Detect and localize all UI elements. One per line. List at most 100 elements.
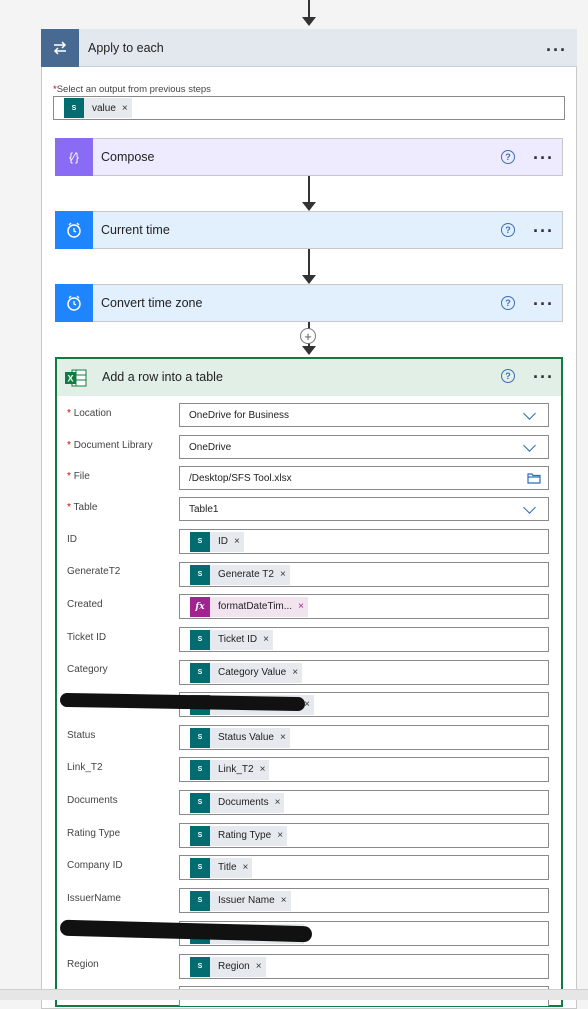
category-token-label: Category Value [218, 667, 287, 678]
compose-menu-icon[interactable]: ··· [533, 149, 554, 167]
folder-icon[interactable] [527, 472, 541, 484]
remove-token-icon[interactable]: × [234, 536, 240, 547]
select-output-input[interactable]: Svalue × [53, 96, 565, 120]
sharepoint-icon: S [190, 629, 210, 650]
generate-t2-token-label: Generate T2 [218, 569, 274, 580]
link-t2-token[interactable]: S Link_T2 × [190, 759, 270, 780]
status-token-label: Status Value [218, 732, 274, 743]
issuer-name-label: IssuerName [67, 893, 121, 904]
id-token[interactable]: S ID × [190, 531, 244, 552]
id-input[interactable]: S ID × [179, 529, 549, 554]
add-row-menu-icon[interactable]: ··· [533, 368, 554, 386]
sharepoint-icon: S [190, 857, 210, 878]
remove-token-icon[interactable]: × [243, 862, 249, 873]
created-input[interactable]: fx formatDateTim... × [179, 594, 549, 619]
add-row-title: Add a row into a table [102, 370, 223, 384]
sharepoint-icon: S [190, 825, 210, 846]
value-token[interactable]: Svalue × [64, 98, 132, 118]
company-id-label: Company ID [67, 860, 123, 871]
document-library-label: * Document Library [67, 440, 153, 451]
compose-action[interactable]: {⁄} Compose [55, 138, 563, 176]
generate-t2-token[interactable]: S Generate T2 × [190, 564, 290, 585]
remove-token-icon[interactable]: × [280, 732, 286, 743]
file-label: * File [67, 471, 90, 482]
issuer-name-input[interactable]: S Issuer Name × [179, 888, 549, 913]
file-input[interactable]: /Desktop/SFS Tool.xlsx [179, 466, 549, 490]
link-t2-token-label: Link_T2 [218, 764, 254, 775]
documents-token[interactable]: S Documents × [190, 792, 285, 813]
remove-token-icon[interactable]: × [122, 103, 128, 114]
excel-icon: X [57, 359, 94, 396]
rating-type-token-label: Rating Type [218, 830, 272, 841]
document-library-dropdown[interactable]: OneDrive [179, 435, 549, 459]
remove-token-icon[interactable]: × [280, 569, 286, 580]
category-input[interactable]: S Category Value × [179, 660, 549, 685]
convert-time-zone-help-icon[interactable]: ? [501, 296, 515, 310]
rating-type-input[interactable]: S Rating Type × [179, 823, 549, 848]
remove-token-icon[interactable]: × [298, 601, 304, 612]
issuer-name-token[interactable]: S Issuer Name × [190, 890, 291, 911]
sharepoint-icon: S [64, 98, 84, 118]
location-label: * Location [67, 408, 112, 419]
remove-token-icon[interactable]: × [260, 764, 266, 775]
compose-help-icon[interactable]: ? [501, 150, 515, 164]
sharepoint-icon: S [190, 727, 210, 748]
company-id-token[interactable]: S Title × [190, 857, 253, 878]
compose-icon: {⁄} [55, 138, 93, 176]
table-dropdown[interactable]: Table1 [179, 497, 549, 521]
convert-time-zone-action[interactable]: Convert time zone [55, 284, 563, 322]
rating-type-token[interactable]: S Rating Type × [190, 825, 288, 846]
link-t2-label: Link_T2 [67, 762, 103, 773]
sharepoint-icon: S [190, 662, 210, 683]
document-library-label-text: Document Library [73, 440, 153, 451]
category-token[interactable]: S Category Value × [190, 662, 303, 683]
convert-time-zone-menu-icon[interactable]: ··· [533, 295, 554, 313]
generate-t2-input[interactable]: S Generate T2 × [179, 562, 549, 587]
documents-token-label: Documents [218, 797, 269, 808]
generate-t2-label: GenerateT2 [67, 566, 121, 577]
region-input[interactable]: S Region × [179, 954, 549, 979]
compose-title: Compose [101, 150, 155, 164]
status-input[interactable]: S Status Value × [179, 725, 549, 750]
location-dropdown[interactable]: OneDrive for Business [179, 403, 549, 427]
company-id-input[interactable]: S Title × [179, 855, 549, 880]
link-t2-input[interactable]: S Link_T2 × [179, 757, 549, 782]
svg-text:X: X [67, 373, 73, 383]
current-time-help-icon[interactable]: ? [501, 223, 515, 237]
table-label-text: Table [73, 502, 98, 513]
ticket-id-input[interactable]: S Ticket ID × [179, 627, 549, 652]
convert-time-zone-title: Convert time zone [101, 296, 203, 310]
region-token[interactable]: S Region × [190, 956, 266, 977]
remove-token-icon[interactable]: × [277, 830, 283, 841]
apply-to-each-menu-icon[interactable]: ··· [546, 41, 567, 59]
ticket-id-token[interactable]: S Ticket ID × [190, 629, 273, 650]
bottom-scrollbar[interactable] [0, 989, 588, 1000]
documents-input[interactable]: S Documents × [179, 790, 549, 815]
sharepoint-icon: S [190, 890, 210, 911]
id-token-label: ID [218, 536, 228, 547]
ticket-id-token-label: Ticket ID [218, 634, 258, 645]
file-value: /Desktop/SFS Tool.xlsx [189, 472, 292, 484]
insert-step-plus-icon[interactable]: + [300, 328, 316, 344]
remove-token-icon[interactable]: × [256, 961, 262, 972]
current-time-action[interactable]: Current time [55, 211, 563, 249]
chevron-down-icon[interactable] [523, 501, 536, 514]
region-label: Region [67, 959, 99, 970]
add-row-help-icon[interactable]: ? [501, 369, 515, 383]
chevron-down-icon[interactable] [523, 439, 536, 452]
sharepoint-icon: S [190, 564, 210, 585]
sharepoint-icon: S [190, 956, 210, 977]
current-time-menu-icon[interactable]: ··· [533, 222, 554, 240]
created-token[interactable]: fx formatDateTim... × [190, 596, 308, 617]
remove-token-icon[interactable]: × [304, 699, 310, 710]
status-token[interactable]: S Status Value × [190, 727, 290, 748]
table-value: Table1 [189, 503, 219, 515]
remove-token-icon[interactable]: × [292, 667, 298, 678]
ticket-id-label: Ticket ID [67, 632, 107, 643]
remove-token-icon[interactable]: × [263, 634, 269, 645]
remove-token-icon[interactable]: × [281, 895, 287, 906]
created-label: Created [67, 599, 103, 610]
expression-icon: fx [190, 596, 210, 617]
remove-token-icon[interactable]: × [275, 797, 281, 808]
chevron-down-icon[interactable] [523, 407, 536, 420]
